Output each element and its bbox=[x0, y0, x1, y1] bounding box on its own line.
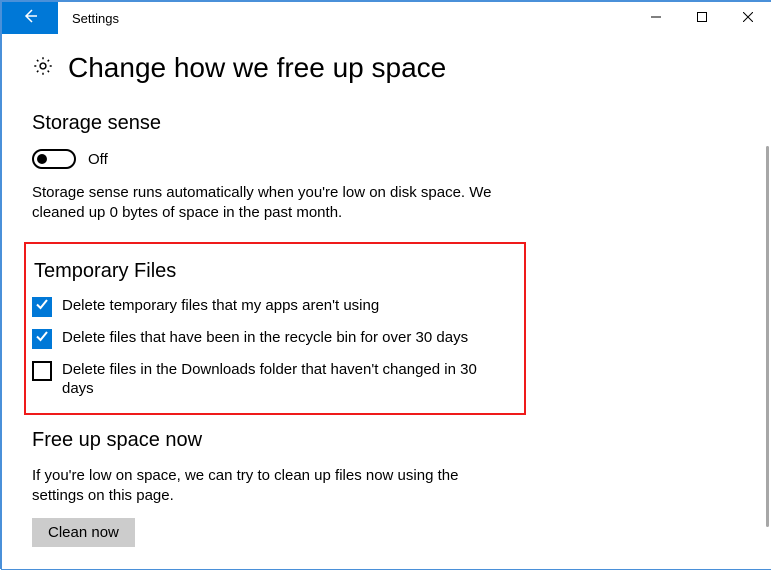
checkbox-label: Delete files in the Downloads folder tha… bbox=[62, 360, 482, 399]
storage-sense-toggle[interactable] bbox=[32, 149, 76, 169]
window-title: Settings bbox=[72, 11, 633, 26]
free-up-heading: Free up space now bbox=[32, 429, 741, 452]
checkbox-label: Delete temporary files that my apps aren… bbox=[62, 296, 379, 316]
gear-icon bbox=[32, 55, 54, 82]
storage-sense-toggle-row: Off bbox=[32, 149, 741, 169]
scrollbar[interactable] bbox=[765, 146, 771, 569]
arrow-left-icon bbox=[22, 8, 38, 29]
scrollbar-thumb[interactable] bbox=[766, 146, 769, 527]
back-button[interactable] bbox=[2, 2, 58, 34]
minimize-button[interactable] bbox=[633, 2, 679, 34]
storage-sense-heading: Storage sense bbox=[32, 112, 741, 135]
page-title: Change how we free up space bbox=[68, 52, 446, 84]
maximize-icon bbox=[697, 9, 707, 27]
content-area: Change how we free up space Storage sens… bbox=[2, 34, 771, 569]
storage-sense-description: Storage sense runs automatically when yo… bbox=[32, 183, 512, 224]
temporary-files-heading: Temporary Files bbox=[34, 260, 512, 283]
temporary-files-highlight: Temporary Files Delete temporary files t… bbox=[24, 242, 526, 415]
close-button[interactable] bbox=[725, 2, 771, 34]
check-icon bbox=[35, 297, 49, 316]
minimize-icon bbox=[651, 9, 661, 27]
checkbox-downloads-30[interactable] bbox=[32, 361, 52, 381]
titlebar: Settings bbox=[2, 2, 771, 34]
checkbox-recycle-30[interactable] bbox=[32, 329, 52, 349]
checkbox-row-downloads-30: Delete files in the Downloads folder tha… bbox=[32, 361, 482, 399]
close-icon bbox=[743, 9, 753, 27]
window-controls bbox=[633, 2, 771, 34]
checkbox-temp-apps[interactable] bbox=[32, 297, 52, 317]
free-up-description: If you're low on space, we can try to cl… bbox=[32, 466, 512, 507]
checkbox-label: Delete files that have been in the recyc… bbox=[62, 328, 468, 348]
checkbox-row-temp-apps: Delete temporary files that my apps aren… bbox=[32, 297, 482, 317]
storage-sense-toggle-label: Off bbox=[88, 151, 108, 168]
maximize-button[interactable] bbox=[679, 2, 725, 34]
toggle-knob bbox=[37, 154, 47, 164]
clean-now-button[interactable]: Clean now bbox=[32, 518, 135, 547]
checkbox-row-recycle-30: Delete files that have been in the recyc… bbox=[32, 329, 482, 349]
check-icon bbox=[35, 329, 49, 348]
page-header: Change how we free up space bbox=[32, 52, 741, 84]
